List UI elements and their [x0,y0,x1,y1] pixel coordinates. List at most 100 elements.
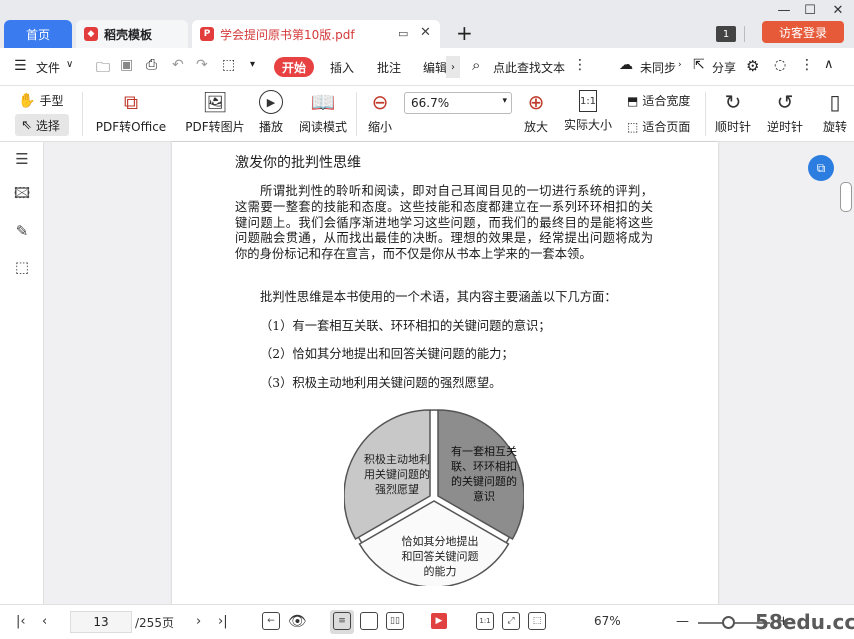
document-viewer[interactable]: 激发你的批判性思维 所谓批判性的聆听和阅读，即对自己耳闻目见的一切进行系统的评判… [44,142,854,604]
redo-icon[interactable]: ↷ [196,57,208,73]
next-page-icon[interactable]: › [196,614,201,629]
thumbnail-icon[interactable]: 🖾 [13,184,31,204]
share-button[interactable]: 分享 [712,59,736,76]
single-page-icon[interactable] [360,612,378,630]
pdf-to-office-button[interactable]: ⧉ PDF转Office [92,90,170,135]
zoom-out-status-icon[interactable]: — [676,614,689,629]
watermark-text: 58edu.cc [755,610,854,634]
eye-protection-icon[interactable]: 👁 [288,612,307,630]
zoom-percentage[interactable]: 67% [594,614,621,628]
pdf-to-image-button[interactable]: 🖼 PDF转图片 [184,90,246,135]
hamburger-icon[interactable]: ☰ [14,58,27,74]
divider [744,26,745,42]
export-icon[interactable]: ⬚ [222,57,235,73]
rotate-counterclockwise-button[interactable]: ↺ 逆时针 [764,90,806,135]
fit-page-status-icon[interactable]: ⬚ [528,612,546,630]
page-number-input[interactable]: 13 [70,611,132,633]
actual-size-status-icon[interactable]: 1:1 [476,612,494,630]
actual-size-label: 实际大小 [563,118,612,132]
fit-width-status-icon[interactable]: ⤢ [502,612,520,630]
vertical-scrollbar[interactable] [840,182,852,212]
zoom-in-icon: ⊕ [527,90,545,114]
dropdown-arrow-icon: ▾ [502,96,507,106]
prev-page-icon[interactable]: ‹ [42,614,47,629]
maximize-icon[interactable]: ☐ [798,2,822,18]
rotate-page-label: 旋转 [822,120,847,134]
read-mode-button[interactable]: 📖 阅读模式 [298,90,348,135]
zoom-select[interactable]: 66.7% ▾ [404,92,512,114]
more-menu-icon[interactable]: ⋮ [800,57,814,73]
settings-gear-icon[interactable]: ⚙ [746,57,759,75]
search-text-button[interactable]: 点此查找文本 [493,59,565,76]
close-window-icon[interactable]: ✕ [826,2,850,18]
floating-tool-button[interactable]: ⧉ [808,155,834,181]
user-avatar-icon[interactable]: ◌ [774,57,786,73]
pie-label-left: 积极主动地利用关键问题的强烈愿望 [364,453,430,496]
rotate-cw-label: 顺时针 [714,120,751,134]
hand-tool[interactable]: ✋ 手型 [18,92,63,109]
share-icon[interactable]: ⇱ [693,57,705,73]
select-tool[interactable]: ⇖ 选择 [15,114,69,136]
fit-width-button[interactable]: ⬒ 适合宽度 [627,92,690,109]
open-folder-icon[interactable]: 🗀 [96,57,110,81]
undo-icon[interactable]: ↶ [172,57,184,73]
print-icon[interactable]: ⎙ [146,57,157,73]
tab-template[interactable]: ◆ 稻壳模板 [76,20,188,48]
sync-chevron-icon[interactable]: › [678,60,682,70]
last-page-icon[interactable]: ›| [218,614,228,629]
zoom-in-button[interactable]: ⊕ 放大 [520,90,552,135]
pin-window-icon[interactable]: ▭ [398,27,408,40]
tab-document[interactable]: P 学会提问原书第10版.pdf ▭ ✕ [192,20,440,48]
collapse-ribbon-icon[interactable]: ∧ [824,57,834,72]
rotate-page-button[interactable]: ▯ 旋转 [816,90,854,135]
zoom-slider-handle[interactable] [722,616,735,629]
ribbon-toolbar: ✋ 手型 ⇖ 选择 ⧉ PDF转Office 🖼 PDF转图片 ▶ 播放 📖 阅… [0,86,854,142]
fit-page-button[interactable]: ⬚ 适合页面 [627,118,690,135]
zoom-out-button[interactable]: ⊖ 缩小 [364,90,396,135]
minimize-icon[interactable]: — [772,2,796,18]
pdf-to-word-icon: ⧉ [123,90,139,114]
select-tool-label: 选择 [35,118,60,133]
paragraph: 所谓批判性的聆听和阅读，即对自己耳闻目见的一切进行系统的评判，这需要一整套的技能… [235,184,653,262]
outline-icon[interactable]: ☰ [13,150,31,168]
sync-status[interactable]: 未同步 [640,59,676,76]
play-button[interactable]: ▶ 播放 [255,90,287,135]
menu-insert[interactable]: 插入 [330,59,354,76]
more-dropdown-icon[interactable]: ▾ [250,59,255,70]
menu-annotate[interactable]: 批注 [377,59,401,76]
tab-home[interactable]: 首页 [4,20,72,48]
back-view-icon[interactable]: ← [262,612,280,630]
list-item: （2）恰如其分地提出和回答关键问题的能力； [260,347,514,361]
zoom-select-value: 66.7% [411,96,450,110]
image-icon: 🖼 [202,90,228,114]
zoom-out-icon: ⊖ [371,90,389,114]
more-options-icon[interactable]: ⋮ [573,57,587,73]
menu-file[interactable]: 文件 [36,59,60,76]
menu-start[interactable]: 开始 [274,57,314,77]
section-heading: 激发你的批判性思维 [235,155,361,171]
divider [705,92,706,136]
cloud-sync-icon[interactable]: ☁ [619,57,633,73]
close-tab-icon[interactable]: ✕ [420,25,431,40]
rotate-clockwise-button[interactable]: ↻ 顺时针 [712,90,754,135]
new-tab-button[interactable]: + [456,21,473,45]
rotate-ccw-label: 逆时针 [766,120,803,134]
scroll-right-icon[interactable]: › [446,56,460,78]
actual-size-button[interactable]: 1:1 实际大小 [562,90,614,133]
menu-edit[interactable]: 编辑 [423,59,447,76]
search-icon[interactable]: ⌕ [472,56,480,74]
pdf-to-image-label: PDF转图片 [185,120,245,134]
guest-login-button[interactable]: 访客登录 [762,21,844,43]
attachment-icon[interactable]: ⬚ [13,258,31,276]
play-slideshow-icon[interactable]: ▶ [431,613,447,629]
cursor-icon: ⇖ [21,117,32,133]
rotate-ccw-icon: ↺ [776,90,794,114]
play-icon: ▶ [259,90,283,114]
double-page-icon[interactable]: ▯▯ [386,612,404,630]
page-count-badge: 1 [716,26,736,42]
annotation-pen-icon[interactable]: ✎ [13,222,31,240]
save-icon[interactable]: ▣ [120,57,133,73]
first-page-icon[interactable]: |‹ [16,614,26,629]
total-pages: /255页 [135,616,174,630]
chevron-down-icon[interactable]: ∨ [66,59,73,70]
